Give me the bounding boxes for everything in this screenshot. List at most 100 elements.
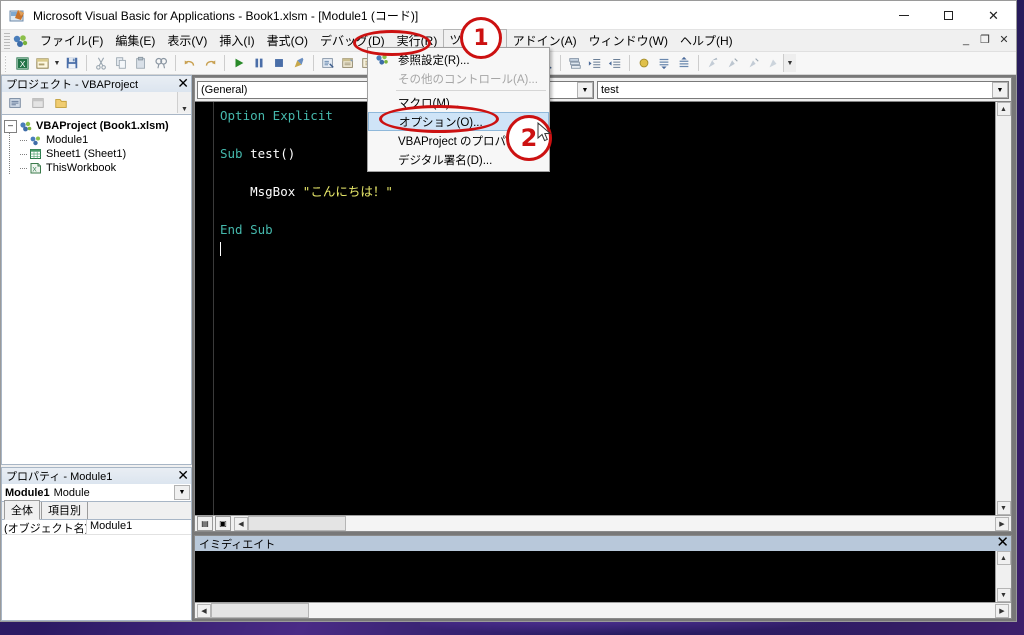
indent-icon[interactable]: [585, 54, 605, 72]
mdi-minimize-button[interactable]: _: [957, 31, 975, 48]
menu-item-digital-signature[interactable]: デジタル署名(D)...: [368, 150, 549, 169]
menu-item-macros[interactable]: マクロ(M)...: [368, 93, 549, 112]
scroll-up-button[interactable]: ▲: [996, 551, 1011, 565]
bookmark-next-icon[interactable]: [654, 54, 674, 72]
procedure-combo[interactable]: test ▼: [597, 81, 1009, 99]
design-mode-icon[interactable]: [289, 54, 309, 72]
menu-help[interactable]: ヘルプ(H): [674, 30, 739, 52]
paste-icon[interactable]: [131, 54, 151, 72]
property-row[interactable]: (オブジェクト名) Module1: [2, 520, 191, 535]
scroll-up-button[interactable]: ▲: [996, 102, 1011, 116]
tools-dropdown-menu[interactable]: 参照設定(R)... その他のコントロール(A)... マクロ(M)... オプ…: [367, 47, 553, 172]
break-icon[interactable]: [249, 54, 269, 72]
window-minimize-button[interactable]: [881, 1, 926, 29]
properties-list[interactable]: (オブジェクト名) Module1: [1, 519, 192, 621]
chevron-down-icon[interactable]: ▼: [992, 82, 1008, 98]
immediate-window-body[interactable]: ▲ ▼: [195, 551, 1011, 602]
chevron-down-icon[interactable]: ▼: [174, 485, 190, 500]
property-value[interactable]: Module1: [87, 520, 191, 534]
tree-node-vbaproject[interactable]: – VBAProject (Book1.xlsm): [2, 119, 191, 133]
toolbar-grip[interactable]: [4, 54, 9, 72]
properties-window-icon[interactable]: [338, 54, 358, 72]
insert-userform-icon[interactable]: [32, 54, 52, 72]
reset-icon[interactable]: [269, 54, 289, 72]
menu-file[interactable]: ファイル(F): [34, 30, 109, 52]
hscroll-track[interactable]: [309, 603, 995, 618]
view-excel-icon[interactable]: X: [12, 54, 32, 72]
scroll-right-button[interactable]: ▶: [995, 603, 1009, 618]
immediate-vertical-scrollbar[interactable]: ▲ ▼: [995, 551, 1011, 602]
menu-edit[interactable]: 編集(E): [109, 30, 161, 52]
code-token: MsgBox: [220, 184, 303, 199]
full-module-view-button[interactable]: ▣: [215, 516, 231, 531]
code-horizontal-scrollbar[interactable]: ▤ ▣ ◀ ▶: [195, 515, 1011, 531]
window-maximize-button[interactable]: [926, 1, 971, 29]
menubar-grip[interactable]: [4, 32, 10, 49]
code-text[interactable]: Option Explicit Sub test() MsgBox "こんにちは…: [214, 102, 995, 515]
immediate-horizontal-scrollbar[interactable]: ◀ ▶: [195, 602, 1011, 618]
tree-node-sheet1[interactable]: Sheet1 (Sheet1): [13, 147, 191, 161]
help-arrow-icon[interactable]: [723, 54, 743, 72]
scroll-left-button[interactable]: ◀: [197, 603, 211, 618]
scroll-right-button[interactable]: ▶: [995, 516, 1009, 531]
menu-view[interactable]: 表示(V): [161, 30, 213, 52]
mdi-close-button[interactable]: ✕: [995, 31, 1013, 48]
copy-icon[interactable]: [111, 54, 131, 72]
menu-format[interactable]: 書式(O): [261, 30, 314, 52]
tab-all[interactable]: 全体: [4, 500, 40, 520]
project-tree[interactable]: – VBAProject (Book1.xlsm) Module1 Sheet1…: [1, 114, 192, 465]
svg-text:X: X: [32, 166, 37, 173]
project-explorer-icon[interactable]: [318, 54, 338, 72]
menu-window[interactable]: ウィンドウ(W): [583, 30, 674, 52]
menu-item-options[interactable]: オプション(O)...: [368, 112, 549, 131]
help-arrow2-icon[interactable]: [743, 54, 763, 72]
code-margin-indicator[interactable]: [195, 102, 214, 515]
cut-icon[interactable]: [91, 54, 111, 72]
menu-insert[interactable]: 挿入(I): [213, 30, 260, 52]
properties-panel: プロパティ - Module1 ✕ Module1 Module ▼ 全体 項目…: [1, 467, 192, 621]
code-editor-area[interactable]: Option Explicit Sub test() MsgBox "こんにちは…: [195, 101, 1011, 515]
tree-node-module1[interactable]: Module1: [13, 133, 191, 147]
tab-categorized[interactable]: 項目別: [41, 500, 88, 519]
hscroll-track[interactable]: [346, 516, 995, 531]
code-line: Sub test(): [220, 144, 995, 163]
procedure-view-button[interactable]: ▤: [197, 516, 213, 531]
toggle-folders-icon[interactable]: [51, 94, 71, 112]
view-object-icon[interactable]: [28, 94, 48, 112]
clear-bookmarks-icon[interactable]: [703, 54, 723, 72]
run-icon[interactable]: [229, 54, 249, 72]
bookmark-prev-icon[interactable]: [674, 54, 694, 72]
code-token: test(): [250, 146, 296, 161]
code-vertical-scrollbar[interactable]: ▲ ▼: [995, 102, 1011, 515]
redo-icon[interactable]: [200, 54, 220, 72]
outdent-icon[interactable]: [605, 54, 625, 72]
vba-app-icon: [9, 9, 24, 21]
view-code-icon[interactable]: [5, 94, 25, 112]
scroll-left-button[interactable]: ◀: [234, 516, 248, 531]
hscroll-thumb[interactable]: [248, 516, 346, 531]
hscroll-thumb[interactable]: [211, 603, 309, 618]
project-panel-close-icon[interactable]: ✕: [177, 76, 189, 91]
tree-node-thisworkbook[interactable]: X ThisWorkbook: [13, 161, 191, 175]
scroll-down-button[interactable]: ▼: [996, 588, 1011, 602]
insert-dropdown-arrow[interactable]: ▼: [52, 54, 62, 72]
bookmark-toggle-icon[interactable]: [634, 54, 654, 72]
project-panel-scroll-cap[interactable]: ▼: [177, 92, 191, 113]
menu-item-vbaproject-properties[interactable]: VBAProject のプロパティ(E)...: [368, 131, 553, 150]
window-close-button[interactable]: ✕: [971, 1, 1016, 29]
undo-icon[interactable]: [180, 54, 200, 72]
immediate-window-content[interactable]: [195, 551, 995, 602]
save-icon[interactable]: [62, 54, 82, 72]
help-arrow3-icon[interactable]: [763, 54, 783, 72]
properties-panel-close-icon[interactable]: ✕: [177, 468, 189, 483]
tree-expander-icon[interactable]: –: [4, 119, 17, 133]
find-icon[interactable]: [151, 54, 171, 72]
call-stack-icon[interactable]: [565, 54, 585, 72]
scroll-down-button[interactable]: ▼: [996, 501, 1011, 515]
mdi-restore-button[interactable]: ❐: [976, 31, 994, 48]
chevron-down-icon[interactable]: ▼: [577, 82, 593, 98]
menu-item-references[interactable]: 参照設定(R)...: [368, 50, 549, 69]
toolbar-overflow-button[interactable]: ▼: [783, 54, 796, 72]
immediate-window-close-icon[interactable]: ✕: [996, 535, 1009, 550]
